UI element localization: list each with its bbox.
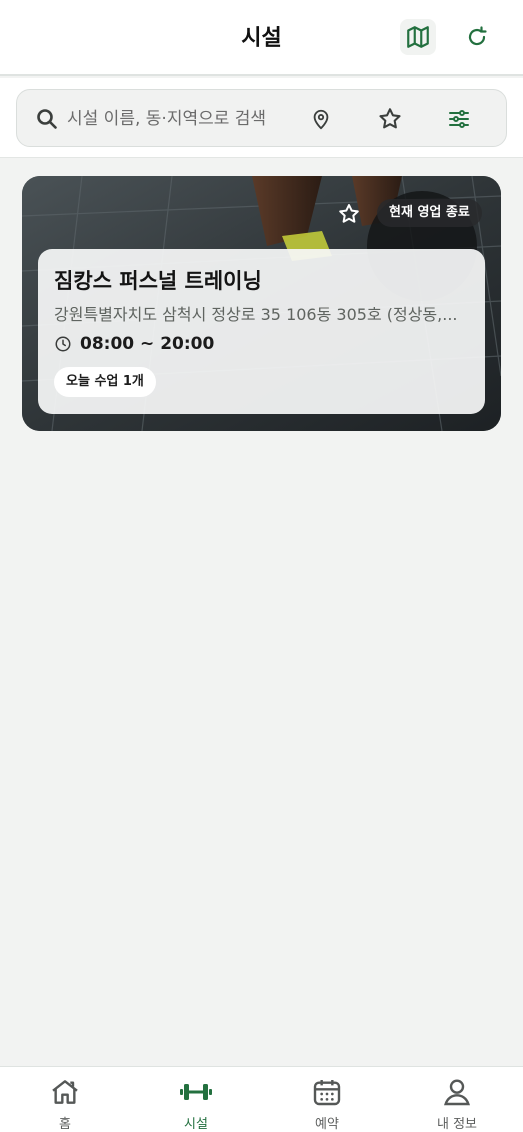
filter-sliders-icon	[449, 110, 469, 128]
location-pin-icon	[313, 109, 329, 130]
tab-label-booking: 예약	[315, 1117, 339, 1132]
location-filter-button[interactable]	[306, 104, 336, 134]
tab-label-facility: 시설	[184, 1117, 208, 1132]
home-icon	[52, 1080, 78, 1104]
star-icon	[379, 108, 401, 129]
tab-facility[interactable]: 시설	[156, 1075, 236, 1132]
facility-address: 강원특별자치도 삼척시 정상로 35 106동 305호 (정상동,...	[54, 305, 458, 324]
refresh-button[interactable]	[459, 19, 495, 55]
favorites-filter-button[interactable]	[375, 104, 405, 134]
filter-settings-button[interactable]	[444, 104, 474, 134]
classes-today-badge: 오늘 수업 1개	[54, 367, 156, 397]
bottom-tab-bar: 홈 시설 예약 내 정보	[0, 1066, 523, 1132]
page-title: 시설	[241, 26, 282, 51]
facility-name: 짐캉스 퍼스널 트레이닝	[54, 269, 262, 293]
tab-booking[interactable]: 예약	[287, 1075, 367, 1132]
facility-card[interactable]: 현재 영업 종료 짐캉스 퍼스널 트레이닝 강원특별자치도 삼척시 정상로 35…	[22, 176, 501, 431]
tab-home[interactable]: 홈	[25, 1075, 105, 1132]
tab-label-home: 홈	[59, 1117, 71, 1132]
tab-label-my-info: 내 정보	[436, 1117, 477, 1132]
search-bar-area	[0, 78, 523, 158]
refresh-icon	[468, 26, 487, 46]
status-badge: 현재 영업 종료	[377, 199, 482, 227]
clock-icon	[54, 335, 72, 357]
user-icon	[444, 1079, 470, 1106]
dumbbell-icon	[180, 1084, 212, 1100]
search-icon	[35, 107, 59, 135]
search-box[interactable]	[16, 89, 507, 147]
star-outline-icon	[339, 204, 359, 223]
calendar-icon	[313, 1080, 341, 1106]
tab-my-info[interactable]: 내 정보	[417, 1075, 497, 1132]
facility-info-panel: 짐캉스 퍼스널 트레이닝 강원특별자치도 삼척시 정상로 35 106동 305…	[38, 249, 485, 414]
map-icon	[407, 26, 429, 48]
search-input[interactable]	[67, 103, 291, 135]
map-view-button[interactable]	[400, 19, 436, 55]
app-header: 시설	[0, 0, 523, 76]
favorite-toggle-button[interactable]	[333, 200, 365, 228]
facility-hours: 08:00 ~ 20:00	[80, 334, 215, 354]
